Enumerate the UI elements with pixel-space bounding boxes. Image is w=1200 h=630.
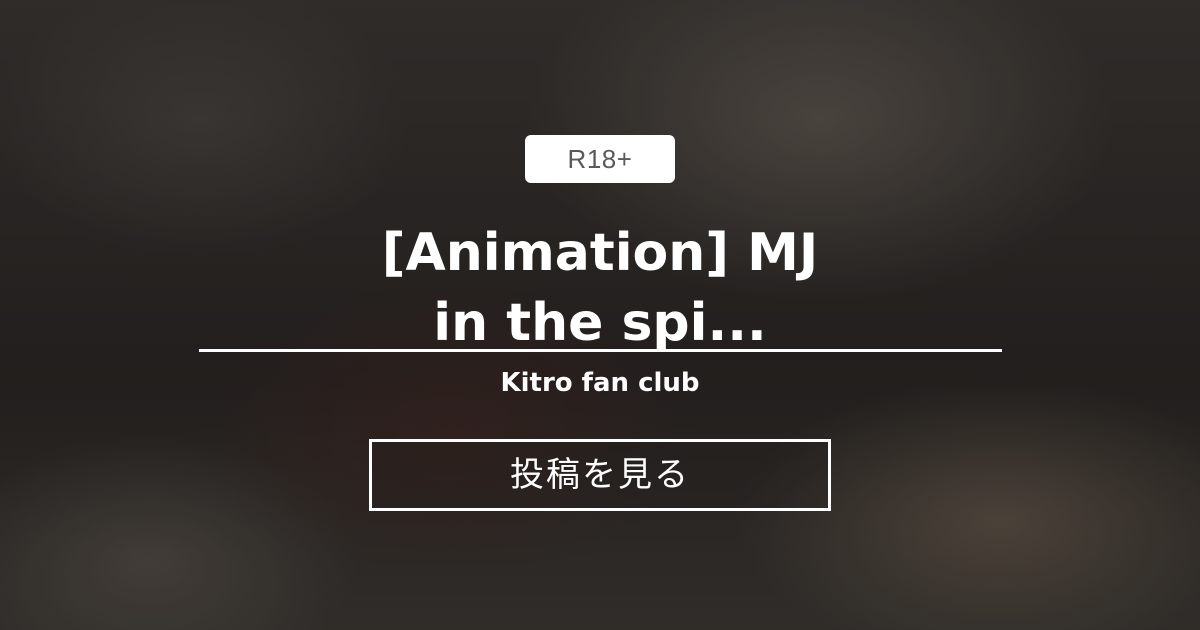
post-title: [Animation] MJ in the spi... <box>300 218 900 358</box>
creator-name: Kitro fan club <box>500 368 700 398</box>
title-divider <box>199 349 1002 352</box>
view-post-button[interactable]: 投稿を見る <box>369 439 831 511</box>
post-title-line-1: [Animation] MJ <box>381 223 819 283</box>
post-title-line-2: in the spi... <box>433 293 767 353</box>
r18-badge: R18+ <box>525 135 675 183</box>
